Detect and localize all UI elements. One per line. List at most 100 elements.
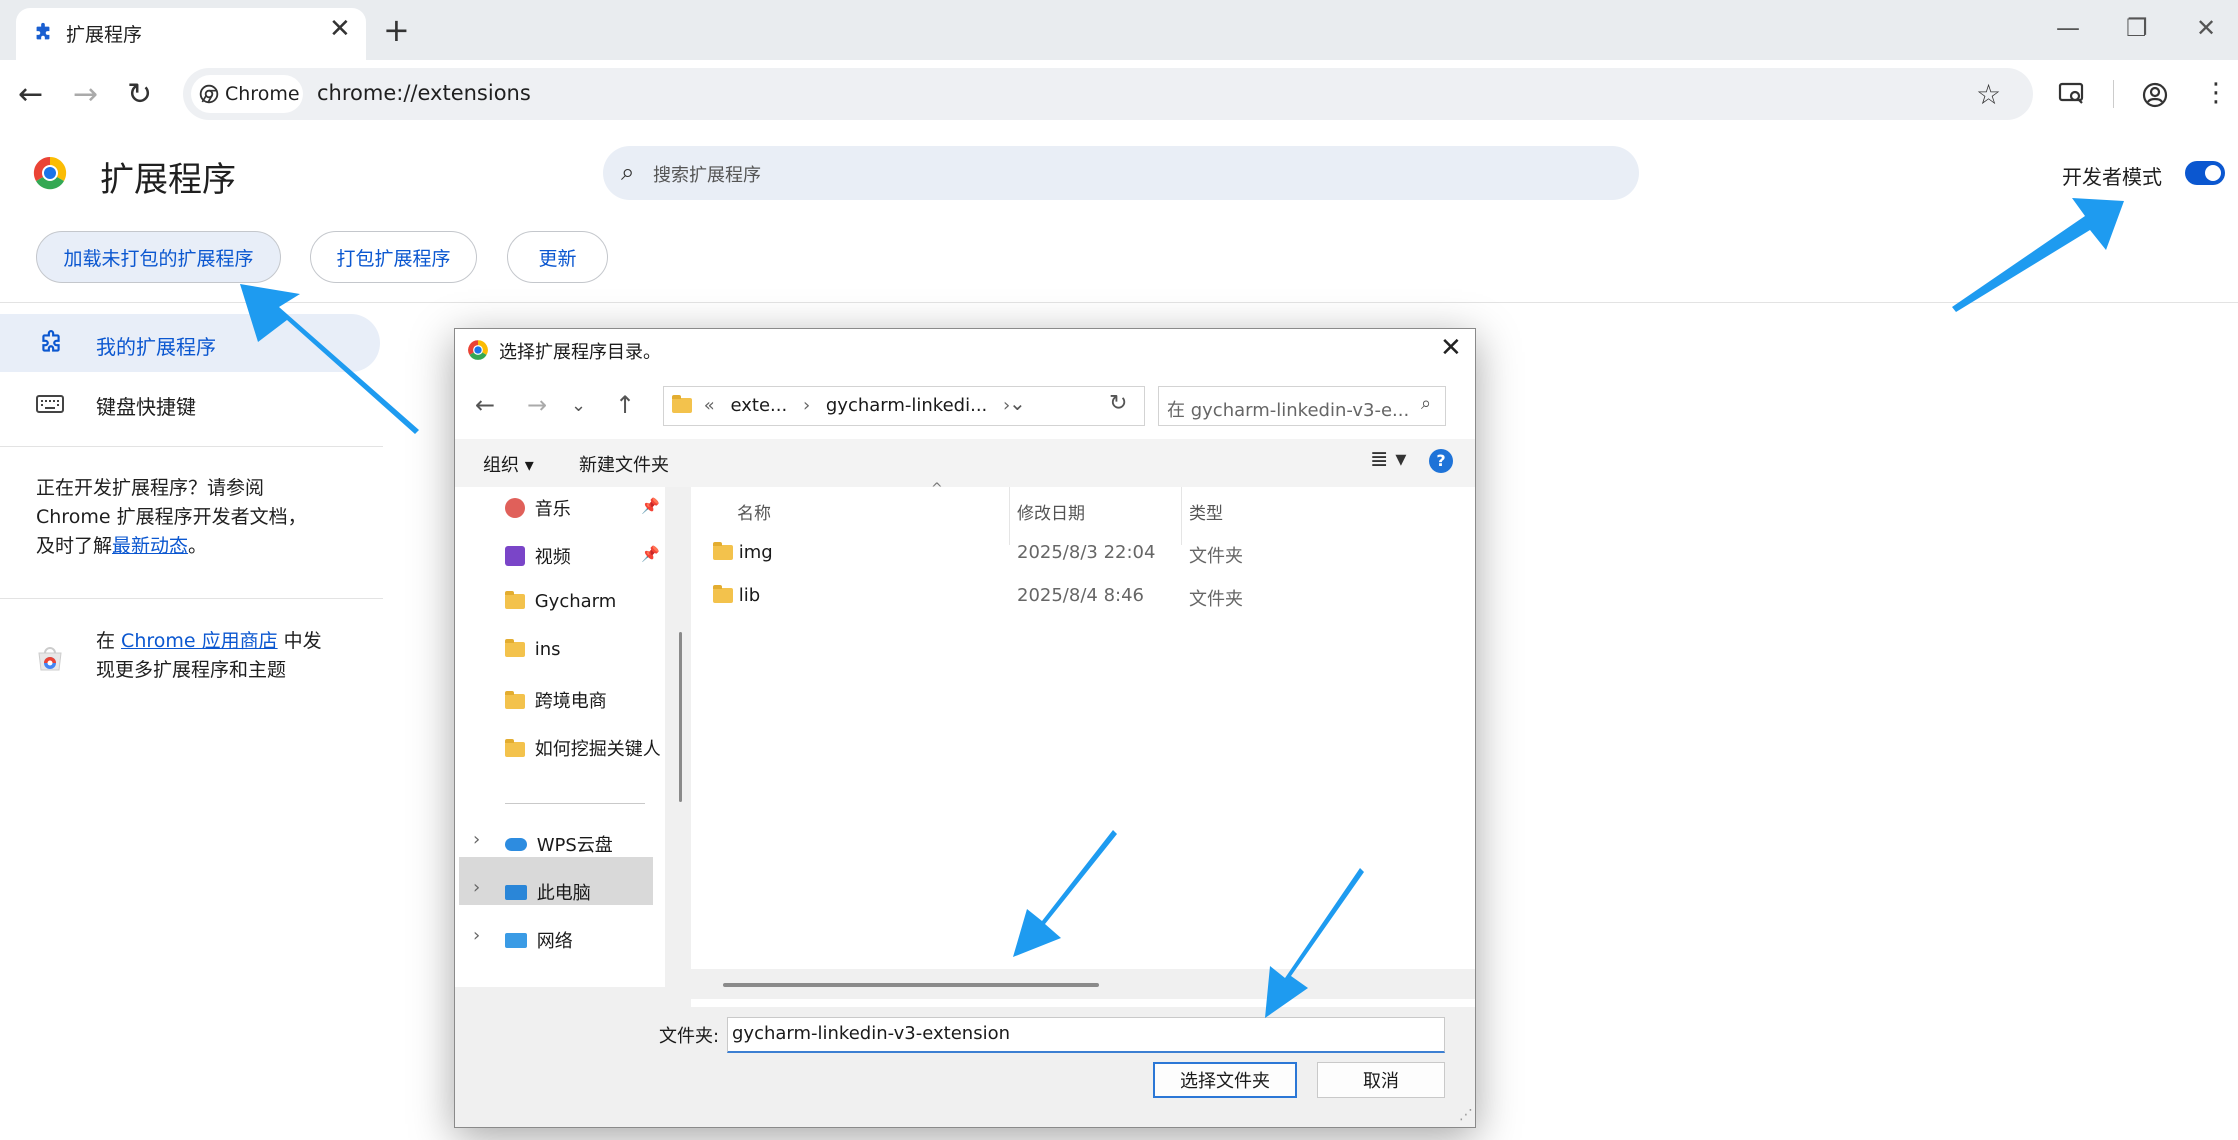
recent-dropdown-icon[interactable]: ⌄ bbox=[571, 395, 586, 416]
tab-close-icon[interactable]: ✕ bbox=[329, 14, 351, 44]
restore-button[interactable]: ❐ bbox=[2126, 14, 2148, 42]
pack-extension-button[interactable]: 打包扩展程序 bbox=[310, 231, 477, 283]
menu-kebab-icon[interactable]: ⋮ bbox=[2203, 78, 2229, 108]
dialog-address-bar[interactable]: « exte... › gycharm-linkedi... › ⌄ ↻ bbox=[663, 386, 1145, 426]
breadcrumb-separator[interactable]: › bbox=[803, 395, 810, 416]
address-dropdown-icon[interactable]: ⌄ bbox=[1009, 391, 1026, 415]
new-folder-button[interactable]: 新建文件夹 bbox=[579, 451, 669, 477]
browser-toolbar: ← → ↻ Chrome chrome://extensions ☆ ⋮ bbox=[0, 60, 2238, 130]
file-date: 2025/8/4 8:46 bbox=[1017, 585, 1144, 606]
back-icon[interactable]: ← bbox=[18, 78, 43, 112]
dialog-titlebar: 选择扩展程序目录。 ✕ bbox=[455, 329, 1475, 371]
update-button[interactable]: 更新 bbox=[507, 231, 608, 283]
refresh-icon[interactable]: ↻ bbox=[1109, 391, 1127, 416]
profile-icon[interactable] bbox=[2141, 81, 2169, 109]
tree-item-key-people[interactable]: 如何挖掘关键人 bbox=[505, 735, 661, 761]
tree-item-music[interactable]: 音乐 bbox=[505, 495, 571, 521]
dialog-back-icon[interactable]: ← bbox=[475, 391, 495, 419]
close-window-button[interactable]: ✕ bbox=[2196, 14, 2216, 42]
dialog-search-input[interactable]: 在 gycharm-linkedin-v3-e... ⌕ bbox=[1158, 386, 1446, 426]
tree-item-label: 此电脑 bbox=[536, 883, 591, 904]
column-header-name[interactable]: 名称 bbox=[737, 499, 771, 524]
dev-mode-toggle[interactable] bbox=[2185, 161, 2225, 185]
file-type: 文件夹 bbox=[1189, 589, 1243, 610]
tree-item-label: Gycharm bbox=[534, 591, 617, 612]
tree-item-this-pc[interactable]: 此电脑 bbox=[505, 879, 591, 905]
store-note-line2: 现更多扩展程序和主题 bbox=[96, 659, 287, 681]
folder-name-label: 文件夹: bbox=[659, 1026, 720, 1047]
forward-icon[interactable]: → bbox=[73, 78, 98, 112]
bookmark-star-icon[interactable]: ☆ bbox=[1976, 78, 2001, 111]
expand-chevron-icon[interactable]: › bbox=[473, 829, 480, 850]
tree-item-network[interactable]: 网络 bbox=[505, 927, 573, 953]
store-note-line1: 在 Chrome 应用商店 中发 bbox=[96, 627, 322, 656]
tree-item-label: 网络 bbox=[536, 931, 573, 952]
sidebar-item-shortcuts-label[interactable]: 键盘快捷键 bbox=[96, 391, 196, 420]
breadcrumb-overflow[interactable]: « bbox=[704, 395, 715, 416]
computer-icon bbox=[505, 885, 527, 900]
dev-note: 正在开发扩展程序？请参阅 Chrome 扩展程序开发者文档， 及时了解最新动态。 bbox=[36, 474, 307, 561]
page-title: 扩展程序 bbox=[100, 160, 236, 200]
toolbar-divider bbox=[2113, 80, 2114, 108]
dialog-forward-icon[interactable]: → bbox=[527, 391, 547, 419]
tree-item-cross-border[interactable]: 跨境电商 bbox=[505, 687, 607, 713]
cast-search-icon[interactable] bbox=[2058, 82, 2086, 106]
select-folder-button[interactable]: 选择文件夹 bbox=[1153, 1062, 1297, 1098]
load-unpacked-button[interactable]: 加载未打包的扩展程序 bbox=[36, 231, 281, 283]
tree-item-gycharm[interactable]: Gycharm bbox=[505, 591, 616, 612]
dialog-close-icon[interactable]: ✕ bbox=[1440, 333, 1462, 363]
latest-news-link[interactable]: 最新动态 bbox=[112, 535, 188, 557]
up-folder-icon[interactable]: ↑ bbox=[615, 391, 635, 419]
folder-icon bbox=[713, 585, 733, 603]
folder-icon bbox=[505, 639, 525, 657]
chrome-logo-icon bbox=[33, 156, 67, 190]
store-note: 在 Chrome 应用商店 中发 现更多扩展程序和主题 bbox=[96, 627, 322, 685]
new-tab-button[interactable]: + bbox=[383, 10, 410, 50]
store-note-prefix: 在 bbox=[96, 630, 122, 652]
breadcrumb-segment[interactable]: gycharm-linkedi... bbox=[826, 395, 987, 416]
file-row[interactable]: img 2025/8/3 22:04 文件夹 bbox=[691, 535, 1475, 571]
tree-item-ins[interactable]: ins bbox=[505, 639, 561, 660]
keyboard-icon bbox=[36, 395, 64, 413]
column-header-type[interactable]: 类型 bbox=[1189, 499, 1223, 524]
minimize-button[interactable]: — bbox=[2056, 14, 2080, 42]
dev-mode-label: 开发者模式 bbox=[2062, 165, 2162, 189]
horizontal-scrollbar-thumb[interactable] bbox=[723, 983, 1099, 987]
organize-button[interactable]: 组织 ▾ bbox=[483, 451, 534, 477]
dialog-title: 选择扩展程序目录。 bbox=[499, 342, 661, 363]
search-icon: ⌕ bbox=[621, 158, 635, 186]
pin-icon: 📌 bbox=[641, 545, 660, 563]
help-icon[interactable]: ? bbox=[1429, 449, 1453, 473]
tab-title: 扩展程序 bbox=[66, 24, 143, 46]
folder-name-value: gycharm-linkedin-v3-extension bbox=[732, 1023, 1010, 1044]
file-list-horizontal-scrollbar[interactable] bbox=[691, 969, 1475, 999]
expand-chevron-icon[interactable]: › bbox=[473, 925, 480, 946]
reload-icon[interactable]: ↻ bbox=[127, 78, 152, 112]
resize-grip-icon[interactable]: ⋰ bbox=[1459, 1107, 1473, 1123]
chrome-logo-icon bbox=[468, 340, 488, 360]
chrome-web-store-link[interactable]: Chrome 应用商店 bbox=[121, 630, 278, 652]
folder-name-input[interactable]: gycharm-linkedin-v3-extension bbox=[727, 1017, 1445, 1053]
expand-chevron-icon[interactable]: › bbox=[473, 877, 480, 898]
tree-scrollbar[interactable] bbox=[674, 487, 688, 987]
tree-item-video[interactable]: 视频 bbox=[505, 543, 571, 569]
file-name: img bbox=[713, 542, 773, 563]
tree-scrollbar-thumb[interactable] bbox=[679, 632, 682, 802]
tree-item-label: ins bbox=[534, 639, 561, 660]
view-options-icon[interactable]: ≣ ▾ bbox=[1370, 447, 1406, 472]
breadcrumb-segment[interactable]: exte... bbox=[730, 395, 787, 416]
column-header-date[interactable]: 修改日期 bbox=[1017, 499, 1085, 524]
tree-item-wps-cloud[interactable]: WPS云盘 bbox=[505, 831, 613, 857]
url-text: chrome://extensions bbox=[317, 81, 531, 105]
select-folder-dialog: 选择扩展程序目录。 ✕ ← → ⌄ ↑ « exte... › gycharm-… bbox=[454, 328, 1476, 1128]
dev-note-line3: 及时了解最新动态。 bbox=[36, 532, 307, 561]
tab-extensions[interactable]: 扩展程序 ✕ bbox=[16, 8, 366, 60]
file-row[interactable]: lib 2025/8/4 8:46 文件夹 bbox=[691, 578, 1475, 614]
site-chip[interactable]: Chrome bbox=[191, 75, 303, 113]
cancel-button[interactable]: 取消 bbox=[1317, 1062, 1445, 1098]
video-icon bbox=[505, 546, 525, 566]
address-bar[interactable]: Chrome chrome://extensions ☆ bbox=[183, 68, 2033, 120]
toggle-knob bbox=[2205, 165, 2221, 181]
sidebar-item-my-extensions-label: 我的扩展程序 bbox=[96, 335, 216, 359]
extensions-search[interactable]: ⌕ 搜索扩展程序 bbox=[603, 146, 1639, 200]
